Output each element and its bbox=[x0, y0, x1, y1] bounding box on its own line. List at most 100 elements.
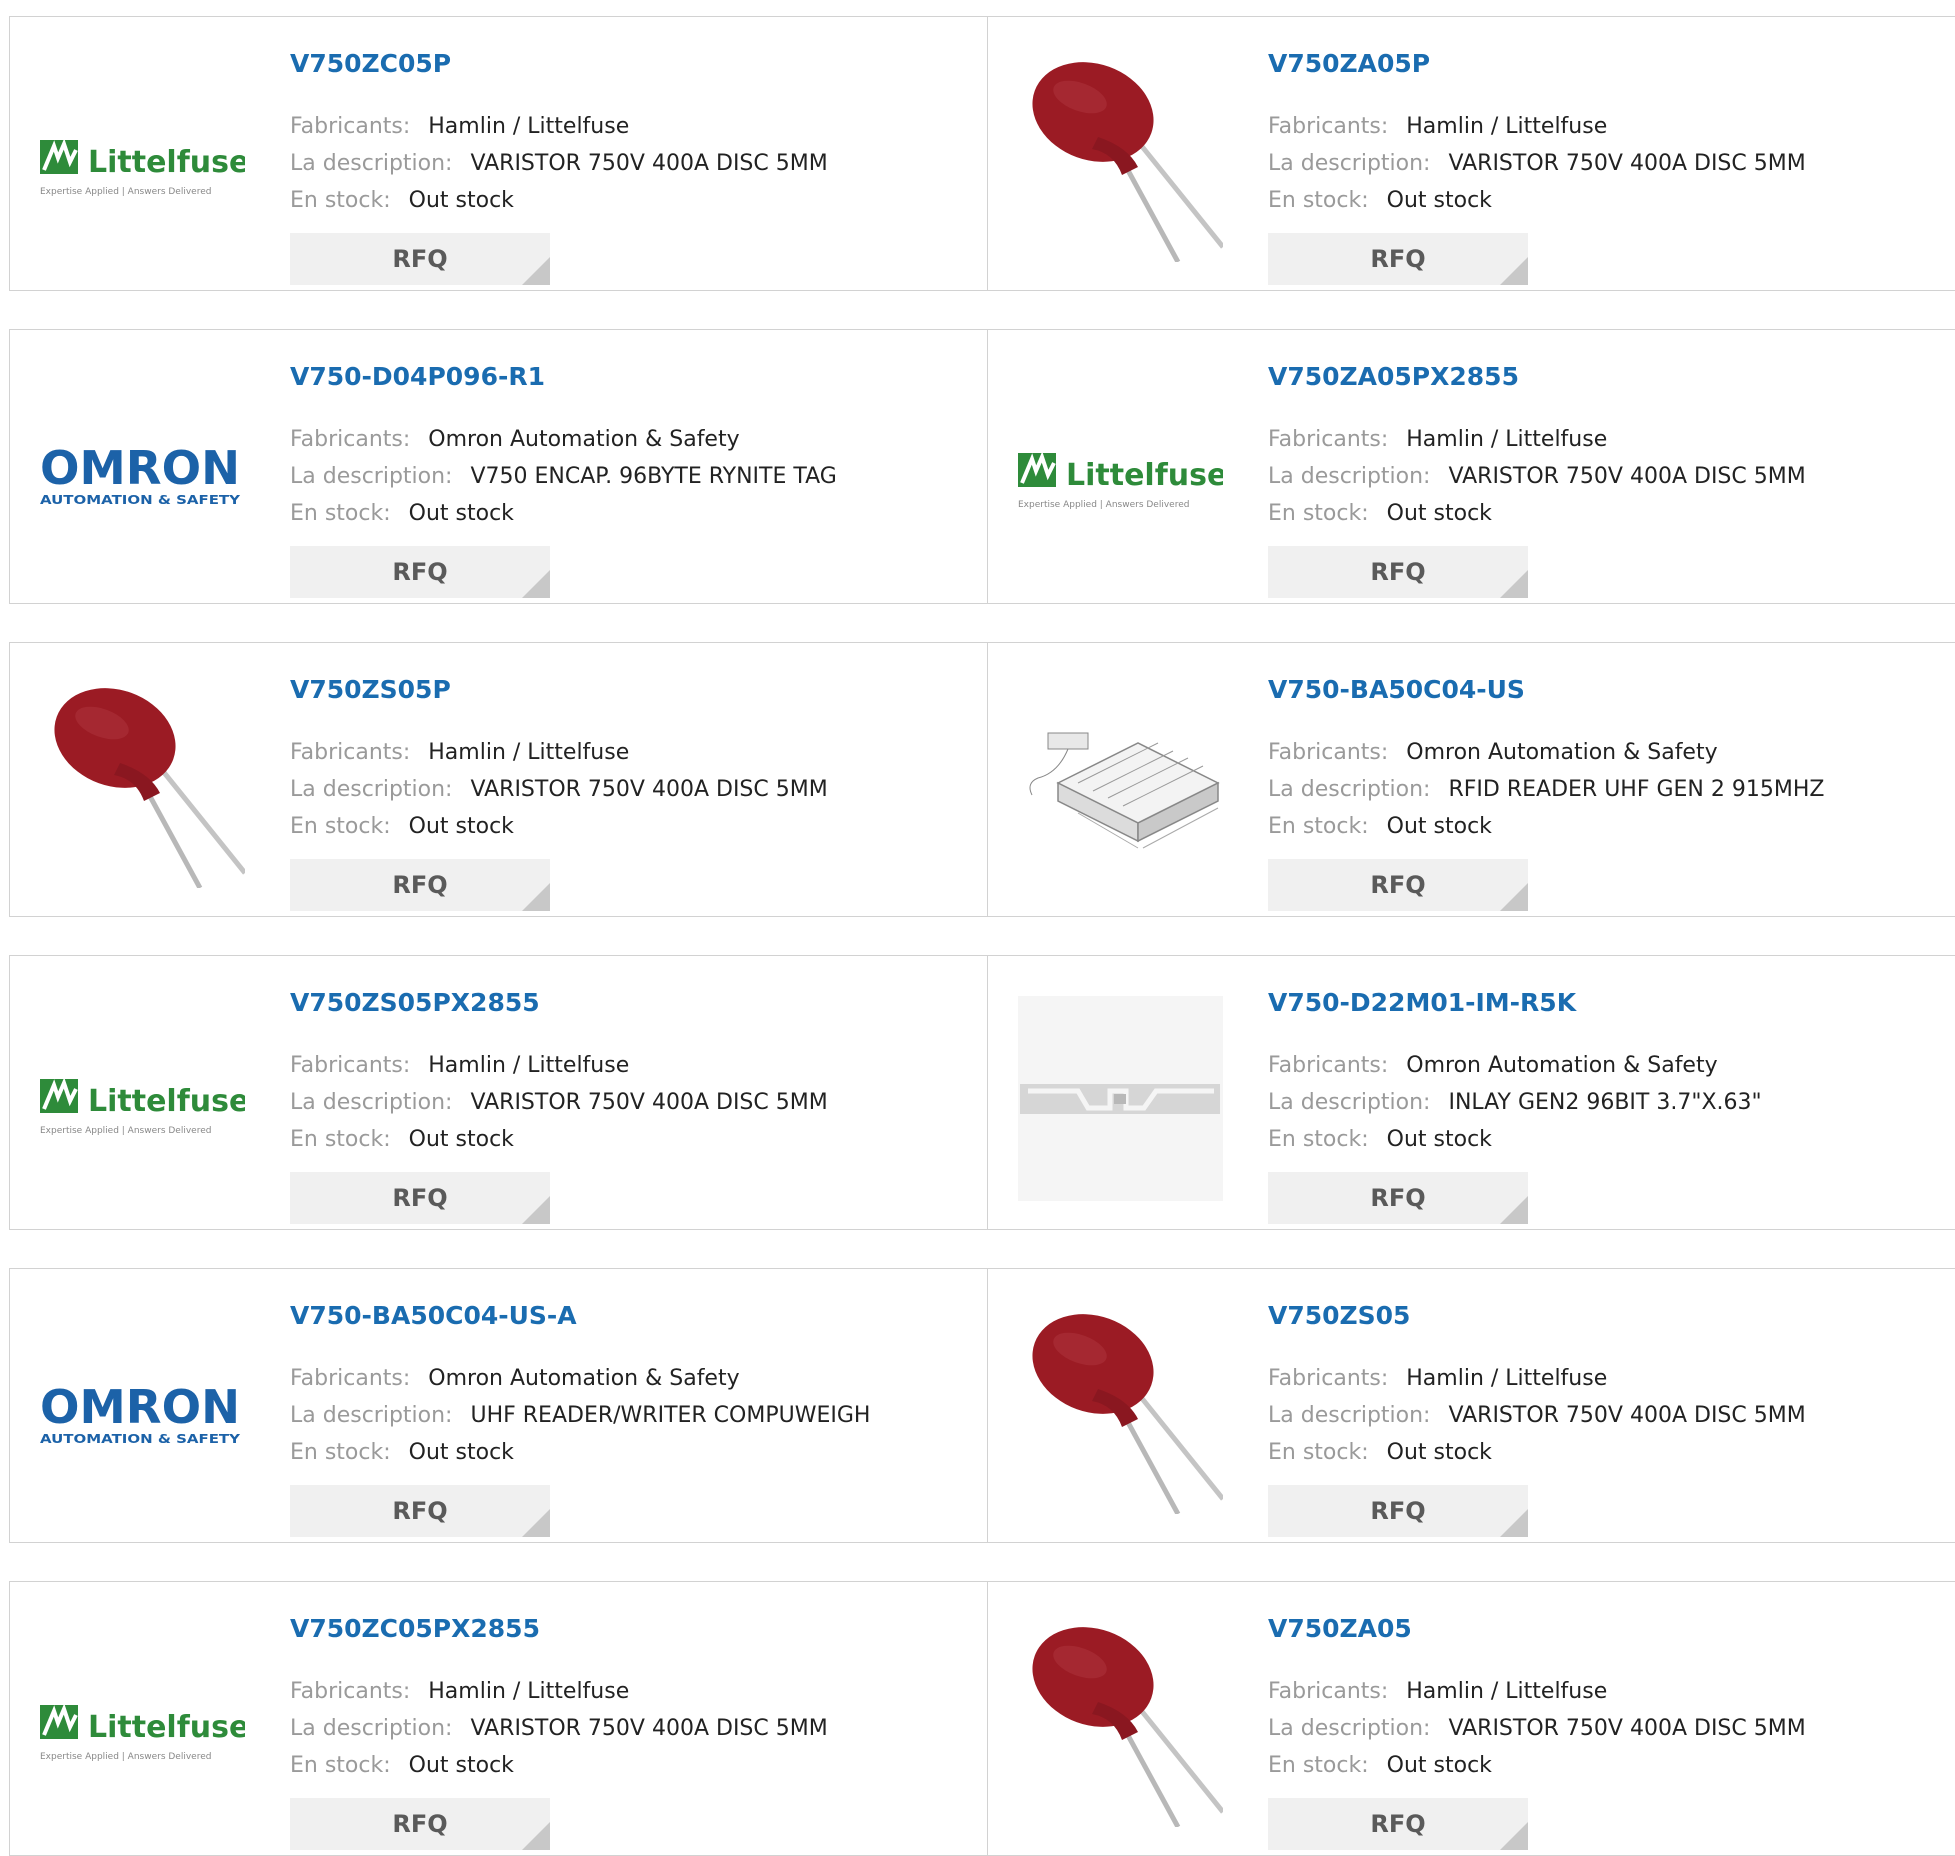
stock-line: En stock: Out stock bbox=[1268, 1440, 1492, 1465]
product-image[interactable]: Littelfuse Expertise Applied | Answers De… bbox=[1018, 370, 1223, 575]
omron-name: OMRON bbox=[40, 1380, 240, 1434]
part-number-link[interactable]: V750-D04P096-R1 bbox=[290, 362, 545, 391]
part-number-link[interactable]: V750ZA05P bbox=[1268, 49, 1430, 78]
stock-label: En stock: bbox=[290, 1753, 391, 1778]
description-label: La description: bbox=[1268, 1403, 1431, 1428]
stock-value: Out stock bbox=[408, 501, 514, 526]
littelfuse-tagline: Expertise Applied | Answers Delivered bbox=[1018, 500, 1189, 510]
description-value: VARISTOR 750V 400A DISC 5MM bbox=[1448, 464, 1806, 489]
part-number-link[interactable]: V750-D22M01-IM-R5K bbox=[1268, 988, 1576, 1017]
rfq-button[interactable]: RFQ bbox=[290, 1485, 550, 1537]
part-number-link[interactable]: V750ZA05PX2855 bbox=[1268, 362, 1519, 391]
manufacturer-label: Fabricants: bbox=[1268, 740, 1389, 765]
littelfuse-tagline: Expertise Applied | Answers Delivered bbox=[40, 187, 211, 197]
stock-line: En stock: Out stock bbox=[290, 1753, 514, 1778]
product-image[interactable]: Littelfuse Expertise Applied | Answers De… bbox=[40, 996, 245, 1201]
product-image[interactable] bbox=[1018, 996, 1223, 1201]
manufacturer-label: Fabricants: bbox=[290, 427, 411, 452]
rfq-button[interactable]: RFQ bbox=[290, 1172, 550, 1224]
stock-value: Out stock bbox=[1386, 501, 1492, 526]
stock-label: En stock: bbox=[1268, 1440, 1369, 1465]
product-image[interactable]: OMRON AUTOMATION & SAFETY bbox=[40, 370, 245, 575]
stock-line: En stock: Out stock bbox=[1268, 814, 1492, 839]
product-row: Littelfuse Expertise Applied | Answers De… bbox=[9, 955, 1955, 1230]
product-card: V750ZA05 Fabricants: Hamlin / Littelfuse … bbox=[988, 1582, 1955, 1855]
manufacturer-value: Omron Automation & Safety bbox=[1406, 1053, 1718, 1078]
part-number-link[interactable]: V750ZS05P bbox=[290, 675, 451, 704]
stock-label: En stock: bbox=[1268, 188, 1369, 213]
part-number-link[interactable]: V750ZS05 bbox=[1268, 1301, 1410, 1330]
rfq-button[interactable]: RFQ bbox=[1268, 233, 1528, 285]
part-number-link[interactable]: V750ZS05PX2855 bbox=[290, 988, 540, 1017]
product-image[interactable] bbox=[1018, 57, 1225, 264]
rfq-label: RFQ bbox=[392, 1184, 448, 1212]
manufacturer-line: Fabricants: Hamlin / Littelfuse bbox=[1268, 1679, 1607, 1704]
product-card: Littelfuse Expertise Applied | Answers De… bbox=[988, 330, 1955, 603]
description-value: V750 ENCAP. 96BYTE RYNITE TAG bbox=[470, 464, 837, 489]
stock-label: En stock: bbox=[290, 1440, 391, 1465]
product-image[interactable]: Littelfuse Expertise Applied | Answers De… bbox=[40, 57, 245, 262]
manufacturer-value: Hamlin / Littelfuse bbox=[1406, 427, 1608, 452]
manufacturer-label: Fabricants: bbox=[290, 1366, 411, 1391]
corner-triangle-icon bbox=[522, 1509, 550, 1537]
rfq-button[interactable]: RFQ bbox=[1268, 546, 1528, 598]
corner-triangle-icon bbox=[522, 883, 550, 911]
manufacturer-label: Fabricants: bbox=[1268, 1053, 1389, 1078]
varistor-image bbox=[1032, 1314, 1225, 1516]
omron-tagline: AUTOMATION & SAFETY bbox=[40, 1432, 240, 1446]
manufacturer-line: Fabricants: Hamlin / Littelfuse bbox=[290, 1053, 629, 1078]
part-number-link[interactable]: V750ZC05P bbox=[290, 49, 451, 78]
littelfuse-logo: Littelfuse Expertise Applied | Answers De… bbox=[40, 1077, 245, 1136]
rfq-label: RFQ bbox=[392, 245, 448, 273]
product-card: V750ZA05P Fabricants: Hamlin / Littelfuse… bbox=[988, 17, 1955, 290]
varistor-image bbox=[54, 688, 247, 890]
product-card: Littelfuse Expertise Applied | Answers De… bbox=[10, 956, 988, 1229]
product-card: Littelfuse Expertise Applied | Answers De… bbox=[10, 17, 988, 290]
description-label: La description: bbox=[290, 777, 453, 802]
stock-label: En stock: bbox=[290, 1127, 391, 1152]
stock-value: Out stock bbox=[408, 1440, 514, 1465]
product-row: V750ZS05P Fabricants: Hamlin / Littelfuse… bbox=[9, 642, 1955, 917]
stock-value: Out stock bbox=[1386, 1440, 1492, 1465]
product-image[interactable] bbox=[1018, 1622, 1225, 1829]
part-number-link[interactable]: V750-BA50C04-US bbox=[1268, 675, 1525, 704]
rfq-button[interactable]: RFQ bbox=[290, 233, 550, 285]
description-label: La description: bbox=[290, 1403, 453, 1428]
stock-line: En stock: Out stock bbox=[290, 1440, 514, 1465]
product-image[interactable] bbox=[1018, 683, 1223, 888]
manufacturer-label: Fabricants: bbox=[290, 1679, 411, 1704]
manufacturer-line: Fabricants: Omron Automation & Safety bbox=[1268, 740, 1718, 765]
rfq-button[interactable]: RFQ bbox=[1268, 1172, 1528, 1224]
part-number-link[interactable]: V750ZC05PX2855 bbox=[290, 1614, 540, 1643]
stock-line: En stock: Out stock bbox=[290, 814, 514, 839]
stock-line: En stock: Out stock bbox=[290, 188, 514, 213]
rfq-label: RFQ bbox=[1370, 871, 1426, 899]
product-image[interactable] bbox=[40, 683, 247, 890]
part-number-link[interactable]: V750ZA05 bbox=[1268, 1614, 1412, 1643]
littelfuse-tagline: Expertise Applied | Answers Delivered bbox=[40, 1126, 211, 1136]
rfq-button[interactable]: RFQ bbox=[1268, 1798, 1528, 1850]
description-value: INLAY GEN2 96BIT 3.7"X.63" bbox=[1448, 1090, 1762, 1115]
littelfuse-name: Littelfuse bbox=[88, 1084, 245, 1119]
stock-value: Out stock bbox=[1386, 188, 1492, 213]
rfq-button[interactable]: RFQ bbox=[1268, 1485, 1528, 1537]
rfq-button[interactable]: RFQ bbox=[1268, 859, 1528, 911]
manufacturer-value: Hamlin / Littelfuse bbox=[1406, 1366, 1608, 1391]
product-image[interactable]: OMRON AUTOMATION & SAFETY bbox=[40, 1309, 245, 1514]
description-label: La description: bbox=[290, 1090, 453, 1115]
manufacturer-value: Hamlin / Littelfuse bbox=[428, 1679, 630, 1704]
rfq-button[interactable]: RFQ bbox=[290, 546, 550, 598]
description-label: La description: bbox=[1268, 151, 1431, 176]
product-image[interactable] bbox=[1018, 1309, 1225, 1516]
part-number-link[interactable]: V750-BA50C04-US-A bbox=[290, 1301, 577, 1330]
description-value: VARISTOR 750V 400A DISC 5MM bbox=[1448, 151, 1806, 176]
omron-name: OMRON bbox=[40, 441, 240, 495]
corner-triangle-icon bbox=[522, 1822, 550, 1850]
description-value: RFID READER UHF GEN 2 915MHZ bbox=[1448, 777, 1825, 802]
rfq-button[interactable]: RFQ bbox=[290, 859, 550, 911]
littelfuse-logo: Littelfuse Expertise Applied | Answers De… bbox=[40, 1703, 245, 1762]
rfq-button[interactable]: RFQ bbox=[290, 1798, 550, 1850]
description-value: VARISTOR 750V 400A DISC 5MM bbox=[470, 777, 828, 802]
product-image[interactable]: Littelfuse Expertise Applied | Answers De… bbox=[40, 1622, 245, 1827]
description-line: La description: INLAY GEN2 96BIT 3.7"X.63… bbox=[1268, 1090, 1762, 1115]
